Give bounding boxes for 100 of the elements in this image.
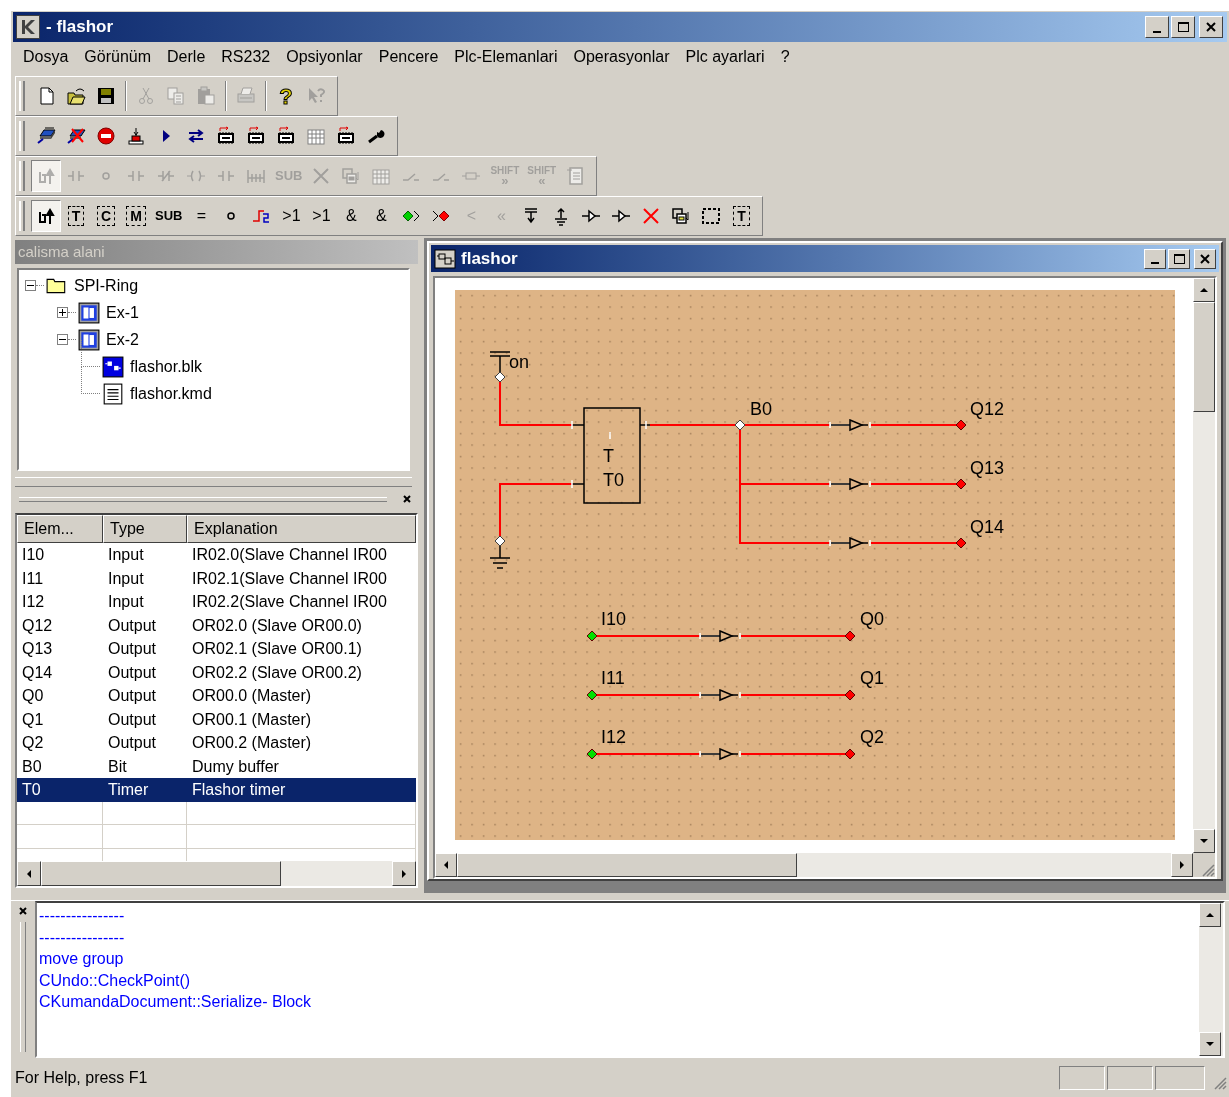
toolbar-button[interactable]: T xyxy=(726,200,757,232)
coil-symbol xyxy=(699,688,741,702)
scroll-thumb[interactable] xyxy=(1193,302,1215,412)
coil-symbol xyxy=(699,629,741,643)
app-logo-icon xyxy=(16,15,40,39)
table-cell-text: Q13 xyxy=(21,639,54,659)
menu-item[interactable]: Dosya xyxy=(15,45,77,69)
minimize-button[interactable] xyxy=(1145,16,1169,38)
output-terminal xyxy=(955,537,967,549)
scroll-up-button[interactable] xyxy=(1199,903,1221,927)
maximize-button[interactable] xyxy=(1171,16,1195,38)
table-cell-text: Q14 xyxy=(21,662,54,683)
log-line: ---------------- xyxy=(39,906,126,926)
scroll-thumb[interactable] xyxy=(41,861,281,886)
toolbar-button[interactable]: M xyxy=(121,200,151,232)
menu-item[interactable]: Plc ayarlari xyxy=(677,45,773,69)
status-text: For Help, press F1 xyxy=(15,1068,148,1088)
column-header[interactable]: Explanation xyxy=(187,515,416,543)
maximize-button[interactable] xyxy=(1168,248,1190,269)
table-cell-text: OR00.1 (Master) xyxy=(191,709,313,730)
signal-label: on xyxy=(509,352,530,372)
input-label: I11 xyxy=(601,668,625,688)
menu-item[interactable]: Pencere xyxy=(370,45,447,69)
menu-item[interactable]: Plc-Elemanlari xyxy=(446,45,566,69)
junction-node xyxy=(734,419,746,431)
table-cell-text: Output xyxy=(107,662,158,683)
table-cell-text: I12 xyxy=(21,592,46,612)
table-cell-text: Bit xyxy=(107,756,128,777)
scroll-down-button[interactable] xyxy=(1199,1032,1221,1056)
collapse-toggle[interactable] xyxy=(25,280,36,291)
tree-item[interactable]: flashor.blk xyxy=(130,354,203,379)
scroll-thumb[interactable] xyxy=(457,853,797,877)
ground-symbol xyxy=(489,545,511,569)
scroll-left-button[interactable] xyxy=(435,853,457,877)
menu-item[interactable]: ? xyxy=(772,45,798,69)
close-button[interactable] xyxy=(1199,16,1223,38)
project-icon xyxy=(78,301,100,324)
input-label: I12 xyxy=(601,727,627,747)
power-rail-symbol xyxy=(489,351,511,373)
toolbar-grip[interactable] xyxy=(19,121,25,151)
tree-item[interactable]: flashor.kmd xyxy=(130,381,212,406)
table-row[interactable]: T0 Timer Flashor timer xyxy=(17,778,416,802)
toolbar-button[interactable]: & xyxy=(366,200,397,232)
table-cell-text: OR02.2 (Slave OR00.2) xyxy=(191,662,363,683)
input-label: I10 xyxy=(601,609,627,629)
scroll-up-button[interactable] xyxy=(1193,278,1215,302)
plus-icon xyxy=(59,309,66,316)
minus-icon xyxy=(59,336,66,343)
panel-title: calisma alani xyxy=(18,241,105,262)
toolbar-grip[interactable] xyxy=(19,81,25,111)
panel-grip[interactable] xyxy=(20,922,26,1052)
column-header[interactable]: Type xyxy=(103,515,187,543)
scroll-right-button[interactable] xyxy=(1171,853,1193,877)
toolbar-button[interactable]: >1 xyxy=(276,200,307,232)
toolbar-button[interactable]: = xyxy=(186,200,217,232)
table-cell-text: I11 xyxy=(21,568,45,589)
timer-type-label: T xyxy=(603,446,614,466)
minus-icon xyxy=(27,282,34,289)
log-line: CUndo::CheckPoint() xyxy=(39,970,192,991)
toolbar-button[interactable]: C xyxy=(91,200,121,232)
timer-name-label: T0 xyxy=(603,470,624,490)
tree-item[interactable]: SPI-Ring xyxy=(74,273,139,298)
toolbar-button[interactable] xyxy=(31,200,61,232)
output-terminal xyxy=(955,419,967,431)
menu-item[interactable]: Görünüm xyxy=(76,45,160,69)
table-cell-text: OR02.1 (Slave OR00.1) xyxy=(191,639,363,659)
column-header[interactable]: Elem... xyxy=(17,515,103,543)
toolbar-button[interactable]: & xyxy=(336,200,367,232)
tree-item[interactable]: Ex-1 xyxy=(106,300,139,325)
scroll-down-button[interactable] xyxy=(1193,829,1215,853)
menu-item[interactable]: Operasyonlar xyxy=(565,45,678,69)
splitter-bar[interactable] xyxy=(15,477,412,487)
toolbar-button[interactable]: SUB xyxy=(151,200,187,232)
toolbar-button[interactable]: >1 xyxy=(306,200,337,232)
scroll-right-button[interactable] xyxy=(392,861,416,886)
expand-toggle[interactable] xyxy=(57,307,68,318)
menu-item[interactable]: RS232 xyxy=(213,45,279,69)
table-cell-text: Input xyxy=(107,545,145,565)
output-terminal xyxy=(955,478,967,490)
collapse-toggle[interactable] xyxy=(57,334,68,345)
table-cell-text: IR02.2(Slave Channel IR00 xyxy=(191,592,388,612)
document-title: flashor xyxy=(461,247,518,270)
input-terminal xyxy=(586,748,598,760)
tree-item[interactable]: Ex-2 xyxy=(106,327,139,352)
close-button[interactable] xyxy=(1194,248,1216,269)
text-file-icon xyxy=(102,382,124,405)
coil-symbol xyxy=(829,477,871,491)
table-cell-text: OR00.0 (Master) xyxy=(191,686,313,706)
minimize-button[interactable] xyxy=(1144,248,1166,269)
close-icon xyxy=(403,495,411,503)
toolbar-button[interactable]: T xyxy=(61,200,91,232)
table-cell-text: Output xyxy=(107,709,158,730)
scroll-left-button[interactable] xyxy=(17,861,41,886)
menu-item[interactable]: Derle xyxy=(159,45,214,69)
menu-item[interactable]: Opsiyonlar xyxy=(278,45,371,69)
input-terminal xyxy=(586,630,598,642)
toolbar-grip[interactable] xyxy=(19,201,25,231)
table-cell-text: Input xyxy=(107,568,145,589)
status-pane xyxy=(1059,1066,1105,1090)
toolbar-grip[interactable] xyxy=(19,161,25,191)
